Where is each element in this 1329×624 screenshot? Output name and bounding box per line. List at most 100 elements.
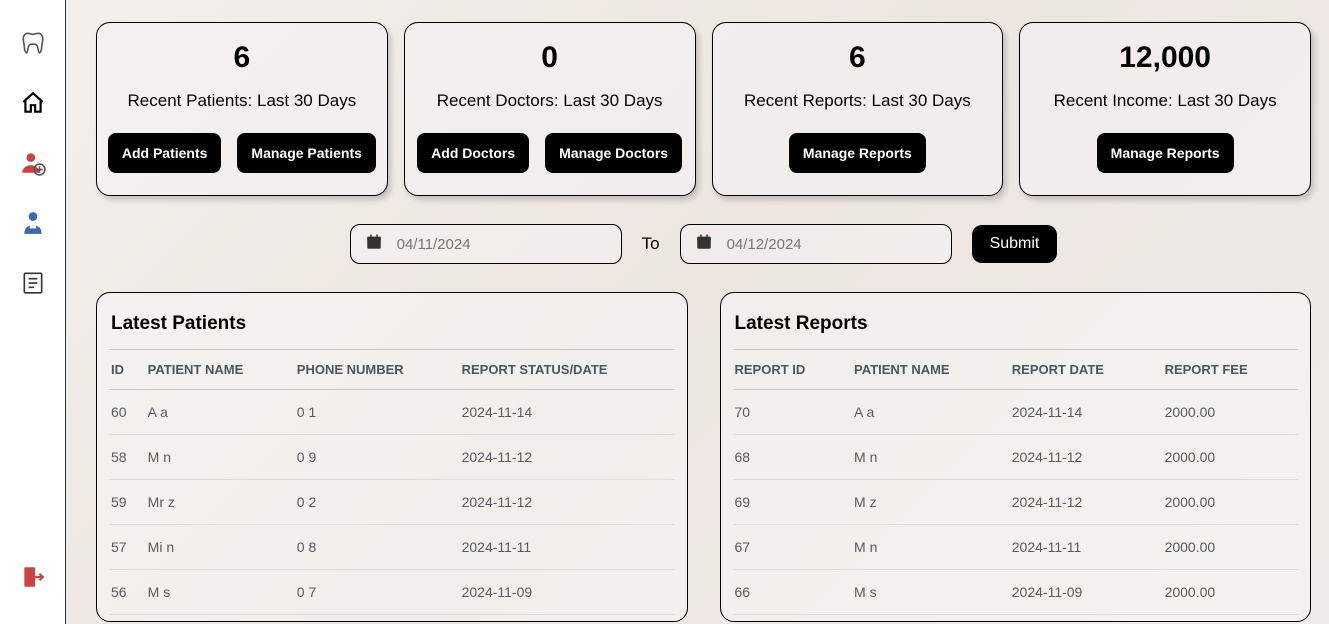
table-row[interactable]: 59Mr z0 22024-11-12 bbox=[109, 480, 675, 525]
card-label: Recent Patients: Last 30 Days bbox=[128, 91, 357, 111]
table-row[interactable]: 68M n2024-11-122000.00 bbox=[733, 435, 1299, 480]
home-icon bbox=[20, 90, 46, 121]
table-row[interactable]: 60A a0 12024-11-14 bbox=[109, 390, 675, 435]
logout-icon bbox=[20, 564, 46, 595]
sidebar-item-patients[interactable] bbox=[18, 150, 48, 180]
column-header: REPORT STATUS/DATE bbox=[456, 350, 675, 390]
card-buttons: Manage Reports bbox=[1097, 133, 1234, 173]
sidebar-item-logo[interactable] bbox=[18, 30, 48, 60]
table-cell: 2024-11-09 bbox=[1006, 570, 1159, 615]
summary-card: 6 Recent Reports: Last 30 Days Manage Repo… bbox=[712, 22, 1004, 196]
table-cell: 2024-11-12 bbox=[456, 480, 675, 525]
table-row[interactable]: 57Mi n0 82024-11-11 bbox=[109, 525, 675, 570]
manage-button[interactable]: Manage Reports bbox=[1097, 133, 1234, 173]
date-filter-row: To Submit bbox=[96, 224, 1311, 264]
table-cell: 0 1 bbox=[291, 390, 456, 435]
table-row[interactable]: 69M z2024-11-122000.00 bbox=[733, 480, 1299, 525]
sidebar-item-doctors[interactable] bbox=[18, 210, 48, 240]
summary-card: 12,000 Recent Income: Last 30 Days Manage … bbox=[1019, 22, 1311, 196]
table-cell: 67 bbox=[733, 525, 849, 570]
summary-cards: 6 Recent Patients: Last 30 Days Add Patien… bbox=[96, 22, 1311, 196]
table-cell: M n bbox=[142, 435, 291, 480]
table-cell: 2000.00 bbox=[1159, 435, 1298, 480]
report-icon bbox=[20, 270, 46, 301]
add-button[interactable]: Add Doctors bbox=[417, 133, 529, 173]
table-cell: 2024-11-12 bbox=[456, 435, 675, 480]
calendar-icon bbox=[695, 233, 713, 256]
manage-button[interactable]: Manage Patients bbox=[237, 133, 375, 173]
table-cell: 69 bbox=[733, 480, 849, 525]
table-cell: Mr z bbox=[142, 480, 291, 525]
card-buttons: Add Patients Manage Patients bbox=[108, 133, 376, 173]
summary-card: 6 Recent Patients: Last 30 Days Add Patien… bbox=[96, 22, 388, 196]
table-cell: 0 7 bbox=[291, 570, 456, 615]
latest-patients-panel: Latest Patients IDPATIENT NAMEPHONE NUMB… bbox=[96, 292, 688, 622]
table-cell: 2024-11-12 bbox=[1006, 480, 1159, 525]
table-cell: 0 2 bbox=[291, 480, 456, 525]
column-header: REPORT ID bbox=[733, 350, 849, 390]
reports-table: REPORT IDPATIENT NAMEREPORT DATEREPORT F… bbox=[733, 349, 1299, 615]
main-content: 6 Recent Patients: Last 30 Days Add Patien… bbox=[66, 0, 1329, 624]
date-from-wrap[interactable] bbox=[350, 224, 622, 264]
table-cell: 2000.00 bbox=[1159, 570, 1298, 615]
manage-button[interactable]: Manage Doctors bbox=[545, 133, 682, 173]
table-cell: Mi n bbox=[142, 525, 291, 570]
table-row[interactable]: 70A a2024-11-142000.00 bbox=[733, 390, 1299, 435]
card-label: Recent Reports: Last 30 Days bbox=[744, 91, 971, 111]
table-cell: 58 bbox=[109, 435, 142, 480]
table-cell: 2024-11-11 bbox=[456, 525, 675, 570]
table-row[interactable]: 67M n2024-11-112000.00 bbox=[733, 525, 1299, 570]
card-label: Recent Doctors: Last 30 Days bbox=[437, 91, 663, 111]
table-cell: 0 8 bbox=[291, 525, 456, 570]
manage-button[interactable]: Manage Reports bbox=[789, 133, 926, 173]
summary-card: 0 Recent Doctors: Last 30 Days Add Doctors… bbox=[404, 22, 696, 196]
table-cell: 2000.00 bbox=[1159, 525, 1298, 570]
card-value: 0 bbox=[541, 41, 558, 75]
column-header: ID bbox=[109, 350, 142, 390]
table-cell: 0 9 bbox=[291, 435, 456, 480]
table-cell: 66 bbox=[733, 570, 849, 615]
table-cell: 2024-11-14 bbox=[1006, 390, 1159, 435]
calendar-icon bbox=[365, 233, 383, 256]
sidebar-item-reports[interactable] bbox=[18, 270, 48, 300]
date-from-input[interactable] bbox=[397, 236, 607, 253]
tables-row: Latest Patients IDPATIENT NAMEPHONE NUMB… bbox=[96, 292, 1311, 622]
column-header: REPORT FEE bbox=[1159, 350, 1298, 390]
column-header: PHONE NUMBER bbox=[291, 350, 456, 390]
table-row[interactable]: 56M s0 72024-11-09 bbox=[109, 570, 675, 615]
table-cell: M n bbox=[848, 525, 1006, 570]
table-cell: 57 bbox=[109, 525, 142, 570]
card-value: 6 bbox=[234, 41, 251, 75]
table-cell: M n bbox=[848, 435, 1006, 480]
table-row[interactable]: 66M s2024-11-092000.00 bbox=[733, 570, 1299, 615]
latest-reports-panel: Latest Reports REPORT IDPATIENT NAMEREPO… bbox=[720, 292, 1312, 622]
sidebar-item-home[interactable] bbox=[18, 90, 48, 120]
panel-title: Latest Reports bbox=[733, 313, 1299, 335]
submit-button[interactable]: Submit bbox=[972, 225, 1058, 263]
table-row[interactable]: 58M n0 92024-11-12 bbox=[109, 435, 675, 480]
column-header: REPORT DATE bbox=[1006, 350, 1159, 390]
sidebar-item-logout[interactable] bbox=[18, 564, 48, 594]
table-cell: 2024-11-14 bbox=[456, 390, 675, 435]
to-label: To bbox=[642, 234, 660, 254]
card-value: 12,000 bbox=[1119, 41, 1211, 75]
card-label: Recent Income: Last 30 Days bbox=[1054, 91, 1277, 111]
patients-table: IDPATIENT NAMEPHONE NUMBERREPORT STATUS/… bbox=[109, 349, 675, 615]
tooth-icon bbox=[20, 30, 46, 61]
table-cell: M s bbox=[848, 570, 1006, 615]
doctor-icon bbox=[20, 210, 46, 241]
table-cell: 2024-11-09 bbox=[456, 570, 675, 615]
table-cell: A a bbox=[142, 390, 291, 435]
date-to-input[interactable] bbox=[727, 236, 937, 253]
table-cell: 2000.00 bbox=[1159, 390, 1298, 435]
table-cell: A a bbox=[848, 390, 1006, 435]
table-cell: 70 bbox=[733, 390, 849, 435]
patient-icon bbox=[20, 150, 46, 181]
card-value: 6 bbox=[849, 41, 866, 75]
table-cell: 2024-11-11 bbox=[1006, 525, 1159, 570]
table-cell: M z bbox=[848, 480, 1006, 525]
table-cell: 2024-11-12 bbox=[1006, 435, 1159, 480]
add-button[interactable]: Add Patients bbox=[108, 133, 222, 173]
date-to-wrap[interactable] bbox=[680, 224, 952, 264]
table-cell: 68 bbox=[733, 435, 849, 480]
